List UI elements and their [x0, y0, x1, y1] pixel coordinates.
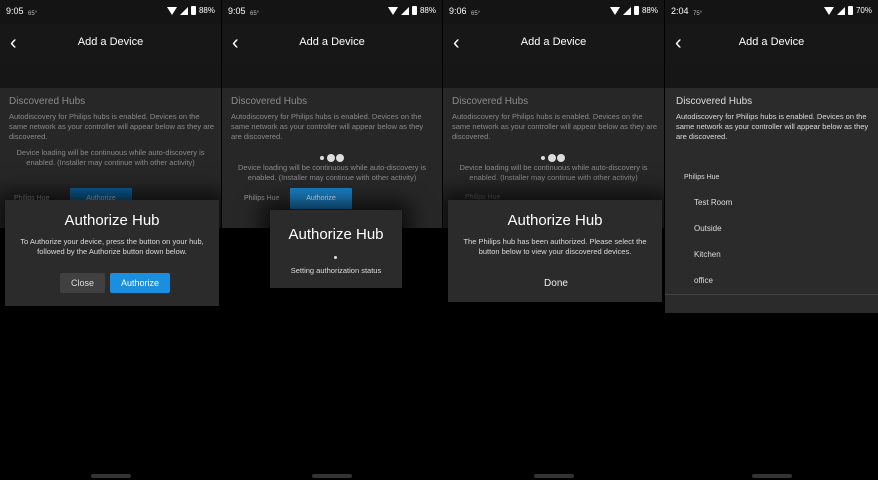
progress-dot-icon: [334, 256, 337, 259]
done-button[interactable]: Done: [528, 274, 584, 294]
status-time: 9:05: [228, 6, 246, 16]
dialog-title: Authorize Hub: [64, 212, 160, 229]
wifi-icon: [609, 6, 620, 15]
nav-handle[interactable]: [312, 474, 352, 478]
status-temperature: 65°: [28, 11, 38, 17]
authorize-button[interactable]: Authorize: [110, 273, 170, 293]
sub-bar: [665, 64, 878, 88]
status-time: 2:04: [671, 6, 689, 16]
status-time: 9:06: [449, 6, 467, 16]
authorized-dialog: Authorize Hub The Philips hub has been a…: [448, 200, 662, 302]
status-temperature: 65°: [471, 11, 481, 17]
dialog-body: The Philips hub has been authorized. Ple…: [463, 237, 647, 256]
sub-bar: [0, 64, 221, 88]
status-temperature: 65°: [250, 11, 260, 17]
background: [665, 313, 878, 480]
wifi-icon: [387, 6, 398, 15]
loading-dots-icon: [222, 152, 442, 162]
app-bar: ‹ Add a Device: [0, 24, 221, 64]
authorize-dialog: Authorize Hub To Authorize your device, …: [5, 200, 219, 306]
list-divider: [665, 294, 878, 295]
status-bar: 9:05 65° 88%: [0, 0, 221, 24]
app-bar: ‹ Add a Device: [443, 24, 664, 64]
hub-list-header: Philips Hue: [684, 174, 720, 181]
wifi-icon: [823, 6, 834, 15]
section-title: Discovered Hubs: [9, 96, 86, 107]
signal-icon: [622, 6, 631, 15]
screen-authorize-prompt: 9:05 65° 88% ‹ Add a Device Discovered H…: [0, 0, 221, 480]
autodiscovery-description: Autodiscovery for Philips hubs is enable…: [676, 112, 869, 141]
close-button[interactable]: Close: [60, 273, 105, 293]
status-temperature: 75°: [693, 11, 703, 17]
nav-handle[interactable]: [533, 474, 574, 478]
loading-note: Device loading will be continuous while …: [237, 163, 426, 182]
signal-icon: [836, 6, 845, 15]
hub-name: Philips Hue: [244, 195, 280, 202]
status-bar: 9:05 65° 88%: [222, 0, 442, 24]
discovered-hubs-section: Discovered Hubs Autodiscovery for Philip…: [222, 88, 442, 228]
autodiscovery-description: Autodiscovery for Philips hubs is enable…: [9, 112, 215, 141]
section-title: Discovered Hubs: [452, 96, 529, 107]
status-bar: 9:06 65° 88%: [443, 0, 664, 24]
loading-note: Device loading will be continuous while …: [16, 148, 205, 167]
loading-dots-icon: [443, 152, 664, 162]
sub-bar: [222, 64, 442, 88]
dialog-title: Authorize Hub: [288, 226, 384, 243]
room-item[interactable]: Kitchen: [694, 250, 721, 259]
room-item[interactable]: office: [694, 276, 713, 285]
authorizing-dialog: Authorize Hub Setting authorization stat…: [270, 210, 402, 288]
battery-level: 88%: [419, 6, 436, 15]
app-bar: ‹ Add a Device: [665, 24, 878, 64]
app-bar: ‹ Add a Device: [222, 24, 442, 64]
dialog-body: To Authorize your device, press the butt…: [20, 237, 204, 256]
dialog-status: Setting authorization status: [290, 266, 382, 275]
screen-authorizing: 9:05 65° 88% ‹ Add a Device Discovered H…: [222, 0, 442, 480]
page-title: Add a Device: [738, 36, 805, 48]
status-bar: 2:04 75° 70%: [665, 0, 878, 24]
signal-icon: [400, 6, 409, 15]
section-title: Discovered Hubs: [676, 96, 753, 107]
nav-handle[interactable]: [751, 474, 792, 478]
room-item[interactable]: Outside: [694, 224, 722, 233]
page-title: Add a Device: [77, 36, 144, 48]
signal-icon: [179, 6, 188, 15]
screen-discovered-rooms: 2:04 75° 70% ‹ Add a Device Discovered H…: [665, 0, 878, 480]
wifi-icon: [166, 6, 177, 15]
battery-icon: [190, 6, 196, 15]
room-item[interactable]: Test Room: [694, 198, 732, 207]
hub-authorize-button[interactable]: Authorize: [290, 188, 352, 209]
battery-level: 88%: [198, 6, 215, 15]
nav-handle[interactable]: [90, 474, 131, 478]
sub-bar: [443, 64, 664, 88]
autodiscovery-description: Autodiscovery for Philips hubs is enable…: [231, 112, 424, 141]
discovered-hubs-section: Discovered Hubs Autodiscovery for Philip…: [665, 88, 878, 313]
status-time: 9:05: [6, 6, 24, 16]
battery-level: 70%: [855, 6, 872, 15]
battery-icon: [633, 6, 639, 15]
autodiscovery-description: Autodiscovery for Philips hubs is enable…: [452, 112, 658, 141]
screen-authorized: 9:06 65° 88% ‹ Add a Device Discovered H…: [443, 0, 664, 480]
page-title: Add a Device: [520, 36, 587, 48]
page-title: Add a Device: [299, 36, 365, 48]
battery-icon: [411, 6, 417, 15]
loading-note: Device loading will be continuous while …: [459, 163, 648, 182]
dialog-title: Authorize Hub: [507, 212, 603, 229]
section-title: Discovered Hubs: [231, 96, 308, 107]
battery-level: 88%: [641, 6, 658, 15]
battery-icon: [847, 6, 853, 15]
